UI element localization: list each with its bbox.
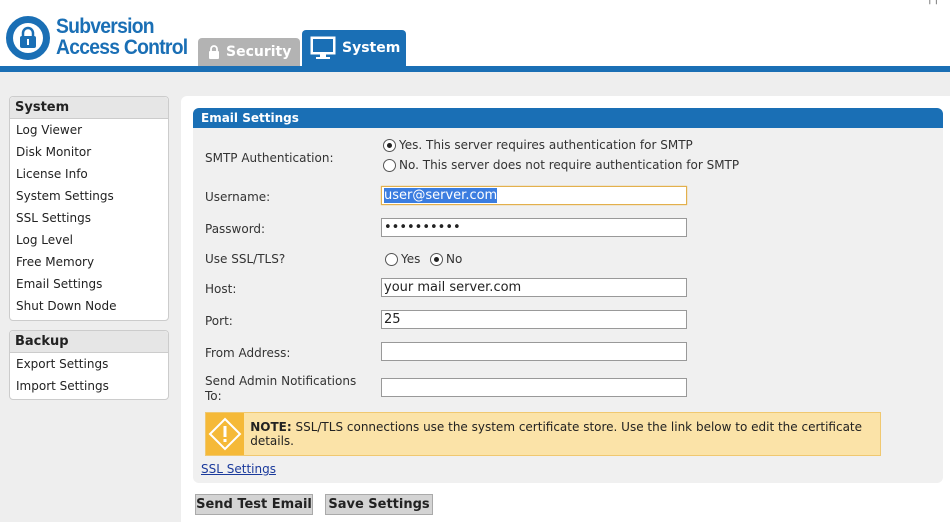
top-links[interactable]: | | xyxy=(928,0,938,5)
main-content: Email Settings SMTP Authentication: Yes.… xyxy=(181,96,950,522)
tab-security-label: Security xyxy=(226,44,292,60)
host-label: Host: xyxy=(205,282,237,296)
notify-label-line-1: Send Admin Notifications xyxy=(205,374,357,388)
smtp-auth-label: SMTP Authentication: xyxy=(205,151,334,165)
send-test-email-button[interactable]: Send Test Email xyxy=(195,494,313,515)
ssl-label: Use SSL/TLS? xyxy=(205,252,286,266)
sidebar-item-log-level[interactable]: Log Level xyxy=(10,229,168,251)
warning-icon xyxy=(206,413,245,455)
smtp-auth-no-label: No. This server does not require authent… xyxy=(399,158,740,172)
smtp-auth-yes-radio[interactable] xyxy=(383,138,396,152)
tab-system[interactable]: System xyxy=(302,30,406,66)
app-logo-text: Subversion Access Control xyxy=(56,15,188,59)
notify-field[interactable] xyxy=(381,378,687,397)
sidebar-item-disk-monitor[interactable]: Disk Monitor xyxy=(10,141,168,163)
email-settings-panel: Email Settings SMTP Authentication: Yes.… xyxy=(193,108,943,483)
ssl-yes-label: Yes xyxy=(401,252,421,266)
smtp-auth-yes-label: Yes. This server requires authentication… xyxy=(399,138,693,152)
smtp-auth-yes-option[interactable]: Yes. This server requires authentication… xyxy=(383,138,693,152)
note-text: SSL/TLS connections use the system certi… xyxy=(250,420,863,448)
sidebar-system-title: System xyxy=(10,97,168,119)
sidebar-item-free-memory[interactable]: Free Memory xyxy=(10,251,168,273)
smtp-auth-no-radio[interactable] xyxy=(383,158,396,172)
monitor-icon xyxy=(310,35,336,61)
logo-lock-icon xyxy=(6,16,50,60)
sidebar-item-export-settings[interactable]: Export Settings xyxy=(10,353,168,375)
ssl-settings-link[interactable]: SSL Settings xyxy=(201,462,276,476)
tab-system-label: System xyxy=(342,40,401,56)
from-address-label: From Address: xyxy=(205,346,291,360)
notify-label-line-2: To: xyxy=(205,389,222,403)
tab-security[interactable]: Security xyxy=(198,38,300,66)
password-label: Password: xyxy=(205,222,266,236)
save-settings-button[interactable]: Save Settings xyxy=(325,494,433,515)
sidebar-item-shut-down-node[interactable]: Shut Down Node xyxy=(10,295,168,317)
sidebar-item-import-settings[interactable]: Import Settings xyxy=(10,375,168,397)
app-header: Subversion Access Control | | Security S… xyxy=(0,0,950,72)
port-field[interactable]: 25 xyxy=(381,310,687,329)
panel-title: Email Settings xyxy=(193,108,943,128)
port-label: Port: xyxy=(205,314,233,328)
username-field[interactable]: user@server.com xyxy=(381,186,687,205)
sidebar-item-ssl-settings[interactable]: SSL Settings xyxy=(10,207,168,229)
sidebar-backup: Backup Export Settings Import Settings xyxy=(9,330,169,400)
sidebar-item-log-viewer[interactable]: Log Viewer xyxy=(10,119,168,141)
lock-icon xyxy=(208,44,220,60)
ssl-yes-radio[interactable] xyxy=(385,252,398,266)
ssl-yes-option[interactable]: Yes xyxy=(385,252,420,266)
from-address-field[interactable] xyxy=(381,342,687,361)
sidebar-item-license-info[interactable]: License Info xyxy=(10,163,168,185)
logo-line-1: Subversion xyxy=(56,15,155,38)
ssl-note: NOTE: SSL/TLS connections use the system… xyxy=(205,412,881,456)
smtp-auth-no-option[interactable]: No. This server does not require authent… xyxy=(383,158,739,172)
username-value: user@server.com xyxy=(384,188,498,203)
notify-label: Send Admin Notifications To: xyxy=(205,374,356,404)
logo-line-2: Access Control xyxy=(56,36,188,59)
host-field[interactable]: your mail server.com xyxy=(381,278,687,297)
sidebar-item-system-settings[interactable]: System Settings xyxy=(10,185,168,207)
sidebar-item-email-settings[interactable]: Email Settings xyxy=(10,273,168,295)
note-prefix: NOTE: xyxy=(250,420,292,434)
ssl-no-option[interactable]: No xyxy=(430,252,462,266)
username-label: Username: xyxy=(205,190,271,204)
ssl-no-label: No xyxy=(446,252,463,266)
sidebar-backup-title: Backup xyxy=(10,331,168,353)
password-field[interactable]: •••••••••• xyxy=(381,218,687,237)
ssl-no-radio[interactable] xyxy=(430,252,443,266)
sidebar-system: System Log Viewer Disk Monitor License I… xyxy=(9,96,169,321)
